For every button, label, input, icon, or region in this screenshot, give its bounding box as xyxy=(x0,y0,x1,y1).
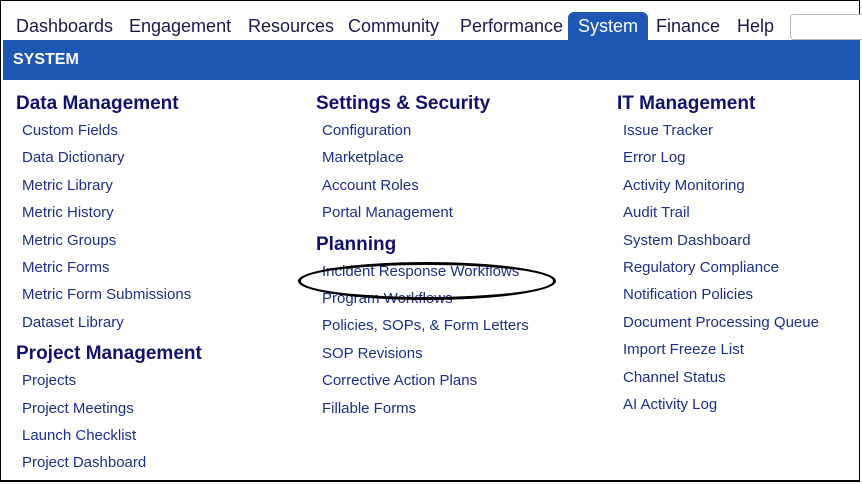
heading-it-management: IT Management xyxy=(617,93,756,114)
heading-project-management: Project Management xyxy=(16,343,202,365)
heading-planning: Planning xyxy=(316,233,397,255)
link-metric-history[interactable]: Metric History xyxy=(16,199,202,226)
tab-dashboards[interactable]: Dashboards xyxy=(14,12,115,40)
link-channel-status[interactable]: Channel Status xyxy=(617,364,819,391)
link-audit-trail[interactable]: Audit Trail xyxy=(617,199,819,226)
heading-settings-security: Settings & Security xyxy=(316,93,491,114)
link-issue-tracker[interactable]: Issue Tracker xyxy=(617,117,819,144)
link-program-workflows[interactable]: Program Workflows xyxy=(316,285,529,312)
link-custom-fields[interactable]: Custom Fields xyxy=(16,117,202,144)
column-settings-security: Settings & Security Configuration Market… xyxy=(316,86,529,422)
link-marketplace[interactable]: Marketplace xyxy=(316,144,529,171)
link-corrective-action-plans[interactable]: Corrective Action Plans xyxy=(316,367,529,394)
link-metric-groups[interactable]: Metric Groups xyxy=(16,227,202,254)
tab-help[interactable]: Help xyxy=(735,12,776,40)
heading-data-management: Data Management xyxy=(16,93,179,114)
top-navigation: Dashboards Engagement Resources Communit… xyxy=(0,12,862,40)
search-input[interactable] xyxy=(790,14,862,40)
link-activity-monitoring[interactable]: Activity Monitoring xyxy=(617,172,819,199)
column-it-management: IT Management Issue Tracker Error Log Ac… xyxy=(617,86,819,418)
link-import-freeze-list[interactable]: Import Freeze List xyxy=(617,336,819,363)
link-account-roles[interactable]: Account Roles xyxy=(316,172,529,199)
tab-system[interactable]: System xyxy=(568,12,649,40)
tab-finance[interactable]: Finance xyxy=(654,12,722,40)
link-dataset-library[interactable]: Dataset Library xyxy=(16,309,202,336)
link-project-meetings[interactable]: Project Meetings xyxy=(16,395,202,422)
link-document-processing-queue[interactable]: Document Processing Queue xyxy=(617,309,819,336)
section-banner: SYSTEM xyxy=(3,40,860,80)
tab-performance[interactable]: Performance xyxy=(458,12,565,40)
link-fillable-forms[interactable]: Fillable Forms xyxy=(316,395,529,422)
link-policies-sops-form-letters[interactable]: Policies, SOPs, & Form Letters xyxy=(316,312,529,339)
link-configuration[interactable]: Configuration xyxy=(316,117,529,144)
link-incident-response-workflows[interactable]: Incident Response Workflows xyxy=(316,258,529,285)
link-metric-form-submissions[interactable]: Metric Form Submissions xyxy=(16,281,202,308)
link-notification-policies[interactable]: Notification Policies xyxy=(617,281,819,308)
link-portal-management[interactable]: Portal Management xyxy=(316,199,529,226)
link-regulatory-compliance[interactable]: Regulatory Compliance xyxy=(617,254,819,281)
link-metric-library[interactable]: Metric Library xyxy=(16,172,202,199)
link-error-log[interactable]: Error Log xyxy=(617,144,819,171)
link-launch-checklist[interactable]: Launch Checklist xyxy=(16,422,202,449)
link-system-dashboard[interactable]: System Dashboard xyxy=(617,227,819,254)
link-project-dashboard[interactable]: Project Dashboard xyxy=(16,449,202,476)
link-metric-forms[interactable]: Metric Forms xyxy=(16,254,202,281)
link-sop-revisions[interactable]: SOP Revisions xyxy=(316,340,529,367)
link-projects[interactable]: Projects xyxy=(16,367,202,394)
column-data-management: Data Management Custom Fields Data Dicti… xyxy=(16,86,202,477)
tab-engagement[interactable]: Engagement xyxy=(127,12,233,40)
link-ai-activity-log[interactable]: AI Activity Log xyxy=(617,391,819,418)
tab-resources[interactable]: Resources xyxy=(246,12,336,40)
tab-community[interactable]: Community xyxy=(346,12,441,40)
link-data-dictionary[interactable]: Data Dictionary xyxy=(16,144,202,171)
